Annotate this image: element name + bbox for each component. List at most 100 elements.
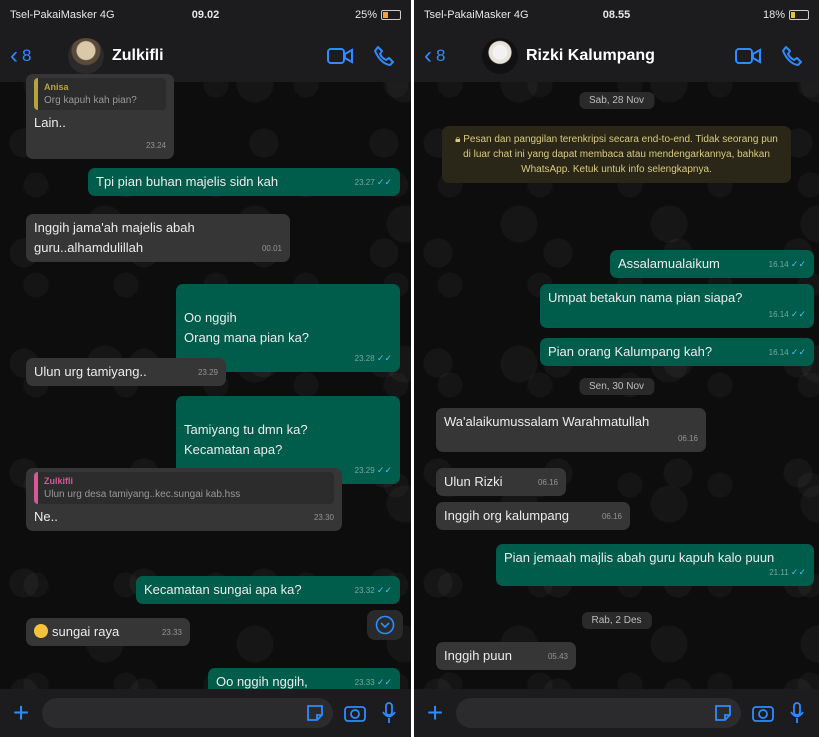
message-meta: 23.27 ✓✓ [355, 172, 392, 193]
message-text: sungai raya [52, 624, 120, 639]
video-call-button[interactable] [731, 47, 765, 65]
message-text: Tpi pian buhan majelis sidn kah [96, 174, 279, 189]
carrier-label: Tsel-PakaiMasker 4G [424, 9, 529, 21]
chevron-left-icon: ‹ [10, 42, 18, 69]
quote-author: Zulkifli [44, 476, 73, 486]
voice-call-button[interactable] [367, 45, 401, 67]
message-bubble-incoming[interactable]: Ulun Rizki 06.16 [436, 468, 566, 496]
voice-note-button[interactable] [785, 702, 809, 724]
avatar[interactable] [68, 38, 104, 74]
video-camera-icon [327, 48, 353, 64]
message-text: Oo nggih nggih, [216, 674, 308, 689]
message-meta: 21.11 ✓✓ [769, 562, 806, 583]
message-bubble-incoming[interactable]: Inggih org kalumpang 06.16 [436, 502, 630, 530]
read-receipt-icon: ✓✓ [376, 353, 392, 363]
message-text: Kecamatan sungai apa ka? [144, 582, 302, 597]
battery-percent: 25% [354, 9, 377, 21]
attach-plus-button[interactable]: + [10, 699, 32, 727]
message-time: 23.32 [354, 586, 375, 595]
voice-note-button[interactable] [377, 702, 401, 724]
message-bubble-outgoing[interactable]: Assalamualaikum 16.14 ✓✓ [610, 250, 814, 278]
message-bubble-incoming[interactable]: Anisa Org kapuh kah pian? Lain.. 23.24 [26, 74, 174, 159]
message-composer: + [414, 689, 819, 737]
message-input[interactable] [456, 698, 741, 728]
microphone-icon [382, 702, 396, 723]
message-bubble-outgoing[interactable]: Kecamatan sungai apa ka? 23.32 ✓✓ [136, 576, 400, 604]
status-bar: Tsel-PakaiMasker 4G 08.55 18% [414, 0, 819, 30]
back-button[interactable]: ‹ 8 [424, 44, 470, 68]
quote-text: Ulun urg desa tamiyang..kec.sungai kab.h… [44, 489, 241, 500]
read-receipt-icon: ✓✓ [790, 259, 806, 269]
camera-icon [344, 706, 366, 722]
encryption-notice[interactable]: 🔒︎ Pesan dan panggilan terenkripsi secar… [442, 126, 791, 183]
message-input[interactable] [42, 698, 333, 728]
grinning-face-icon [34, 624, 48, 638]
voice-call-button[interactable] [775, 45, 809, 67]
phone-icon [374, 46, 394, 66]
message-text: Ne.. [34, 509, 58, 524]
contact-name[interactable]: Rizki Kalumpang [526, 47, 721, 65]
phone-icon [782, 46, 802, 66]
clock: 09.02 [191, 9, 220, 21]
camera-button[interactable] [343, 704, 367, 722]
chevron-left-icon: ‹ [424, 42, 432, 69]
message-text: Ulun Rizki [444, 474, 503, 489]
message-bubble-incoming[interactable]: Wa'alaikumussalam Warahmatullah 06.16 [436, 408, 706, 452]
date-separator: Sab, 28 Nov [578, 92, 655, 109]
video-call-button[interactable] [323, 47, 357, 65]
message-text: Umpat betakun nama pian siapa? [548, 290, 743, 305]
sticker-icon[interactable] [305, 703, 325, 723]
back-button[interactable]: ‹ 8 [10, 44, 56, 68]
message-time: 16.14 [768, 348, 789, 357]
message-time: 06.16 [537, 478, 558, 487]
message-time: 00.01 [261, 244, 282, 253]
message-bubble-incoming[interactable]: sungai raya 23.33 [26, 618, 190, 646]
battery-icon [789, 10, 809, 20]
message-meta: 23.28 ✓✓ [355, 348, 392, 369]
message-bubble-outgoing[interactable]: Pian orang Kalumpang kah? 16.14 ✓✓ [540, 338, 814, 366]
message-bubble-incoming[interactable]: Inggih puun 05.43 [436, 642, 576, 670]
message-bubble-incoming[interactable]: Inggih jama'ah majelis abah guru..alhamd… [26, 214, 290, 262]
attach-plus-button[interactable]: + [424, 699, 446, 727]
quoted-message[interactable]: Anisa Org kapuh kah pian? [34, 78, 166, 110]
message-meta: 16.14 ✓✓ [769, 342, 806, 363]
message-time: 23.33 [161, 628, 182, 637]
quoted-message[interactable]: Zulkifli Ulun urg desa tamiyang..kec.sun… [34, 472, 334, 504]
message-bubble-outgoing[interactable]: Tpi pian buhan majelis sidn kah 23.27 ✓✓ [88, 168, 400, 196]
quote-author: Anisa [44, 82, 69, 92]
message-text: Pian orang Kalumpang kah? [548, 344, 713, 359]
avatar[interactable] [482, 38, 518, 74]
camera-button[interactable] [751, 704, 775, 722]
message-bubble-outgoing[interactable]: Umpat betakun nama pian siapa? 16.14 ✓✓ [540, 284, 814, 328]
unread-count: 8 [22, 46, 32, 65]
read-receipt-icon: ✓✓ [376, 465, 392, 475]
message-bubble-incoming[interactable]: Zulkifli Ulun urg desa tamiyang..kec.sun… [26, 468, 342, 531]
message-meta: 23.32 ✓✓ [355, 580, 392, 601]
message-bubble-outgoing[interactable]: Pian jemaah majlis abah guru kapuh kalo … [496, 544, 814, 586]
message-composer: + [0, 689, 411, 737]
date-separator: Rab, 2 Des [581, 612, 652, 629]
camera-icon [752, 706, 774, 722]
scroll-to-bottom-button[interactable] [367, 610, 403, 640]
clock: 08.55 [602, 9, 631, 21]
message-time: 05.43 [547, 652, 568, 661]
message-text: Pian jemaah majlis abah guru kapuh kalo … [504, 550, 775, 565]
read-receipt-icon: ✓✓ [376, 585, 392, 595]
message-bubble-incoming[interactable]: Ulun urg tamiyang.. 23.29 [26, 358, 226, 386]
chat-screen-rizki: Tsel-PakaiMasker 4G 08.55 18% ‹ 8 Rizki … [414, 0, 819, 737]
message-meta: 16.14 ✓✓ [769, 304, 806, 325]
message-time: 23.27 [354, 178, 375, 187]
message-text: Oo nggih Orang mana pian ka? [184, 310, 310, 345]
message-time: 23.33 [354, 678, 375, 687]
quote-text: Org kapuh kah pian? [44, 95, 137, 106]
message-text: Inggih org kalumpang [444, 508, 570, 523]
message-time: 23.30 [313, 513, 334, 522]
message-time: 06.16 [677, 434, 698, 443]
message-list[interactable]: Sab, 28 Nov 🔒︎ Pesan dan panggilan teren… [414, 82, 819, 689]
message-time: 23.29 [197, 368, 218, 377]
video-camera-icon [735, 48, 761, 64]
message-time: 16.14 [768, 310, 789, 319]
message-list[interactable]: Anisa Org kapuh kah pian? Lain.. 23.24 T… [0, 74, 411, 696]
contact-name[interactable]: Zulkifli [112, 47, 313, 65]
sticker-icon[interactable] [713, 703, 733, 723]
